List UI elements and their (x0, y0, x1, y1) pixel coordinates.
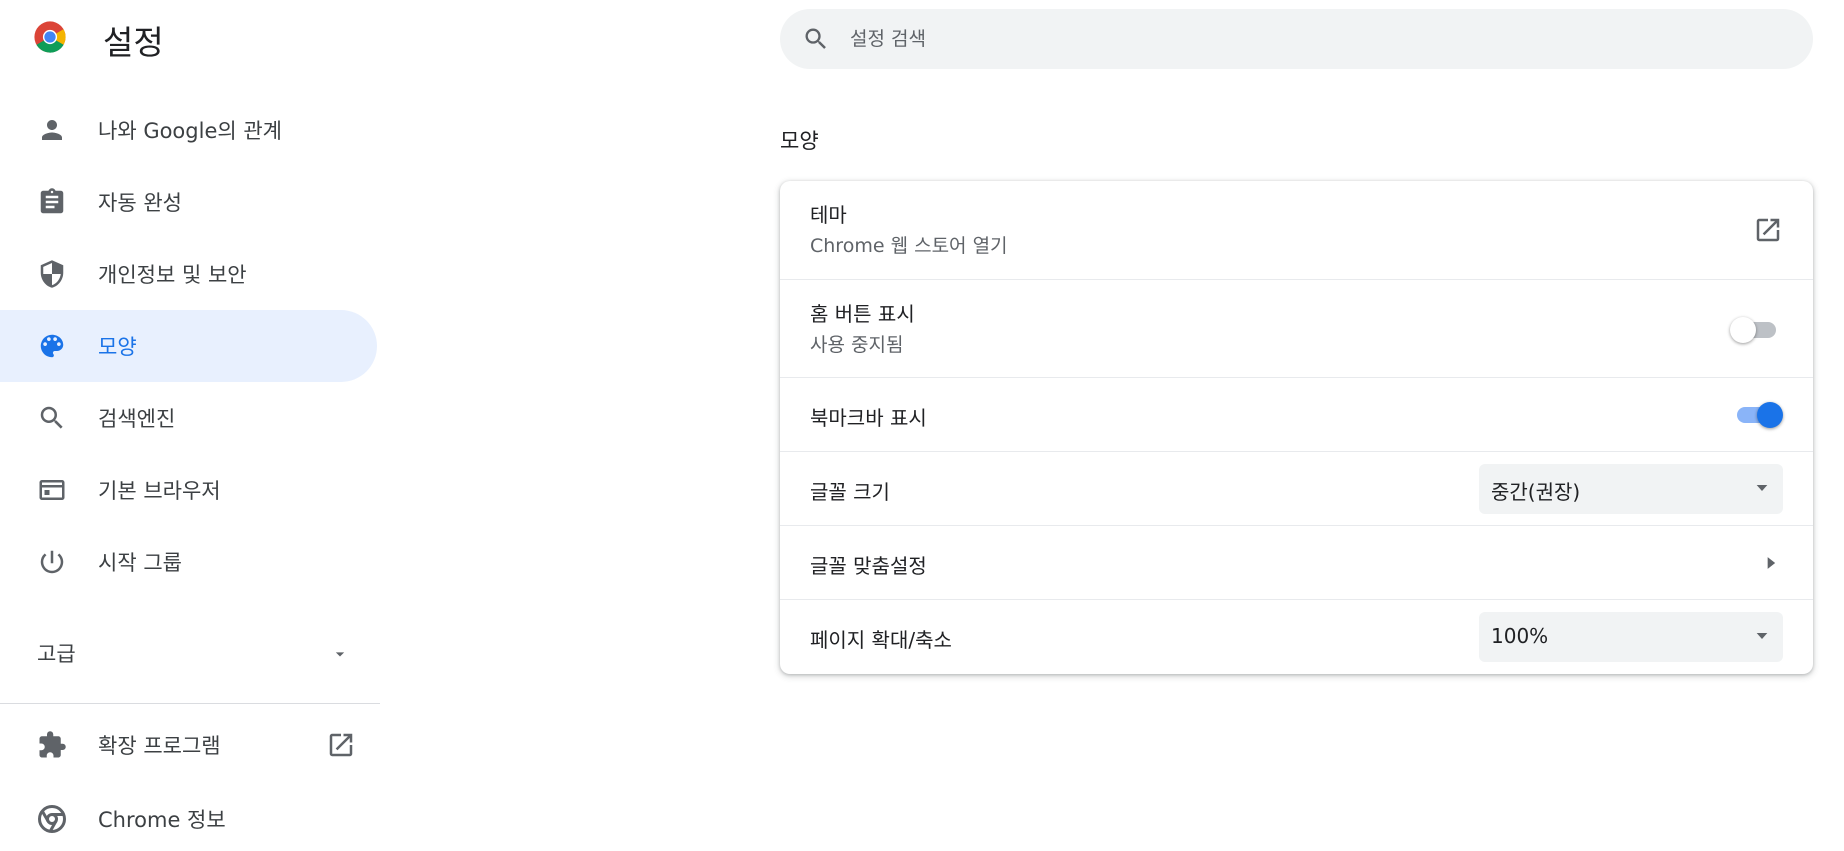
bookmarks-bar-toggle[interactable] (1733, 400, 1783, 428)
font-size-row: 글꼴 크기 중간(권장) (780, 451, 1813, 525)
sidebar-item-label: 시작 그룹 (98, 551, 182, 575)
shield-icon (40, 260, 64, 288)
clipboard-icon (40, 188, 64, 214)
advanced-label: 고급 (37, 642, 76, 666)
toggle-knob (1730, 317, 1756, 343)
sidebar-item-about-chrome[interactable]: Chrome 정보 (0, 783, 377, 851)
sidebar-item-label: 자동 완성 (98, 191, 182, 215)
search-input[interactable] (850, 9, 1750, 69)
sidebar-item-label: 나와 Google의 관계 (98, 119, 283, 143)
toggle-knob (1757, 402, 1783, 428)
sidebar-item-label: 모양 (98, 335, 137, 359)
row-title: 페이지 확대/축소 (810, 628, 952, 652)
sidebar-item-label: Chrome 정보 (98, 808, 226, 832)
sidebar-item-label: 기본 브라우저 (98, 479, 221, 503)
row-title: 홈 버튼 표시 (810, 302, 915, 326)
sidebar-item-default-browser[interactable]: 기본 브라우저 (0, 454, 377, 526)
dropdown-arrow-icon (1756, 485, 1768, 491)
sidebar-item-label: 검색엔진 (98, 407, 176, 431)
person-icon (42, 120, 62, 140)
row-title: 글꼴 맞춤설정 (810, 554, 927, 578)
home-button-row: 홈 버튼 표시 사용 중지됨 (780, 279, 1813, 377)
power-icon (40, 550, 64, 574)
sidebar-item-privacy-security[interactable]: 개인정보 및 보안 (0, 238, 377, 310)
sidebar-item-on-startup[interactable]: 시작 그룹 (0, 526, 377, 598)
appearance-card: 테마 Chrome 웹 스토어 열기 홈 버튼 표시 사용 중지됨 북마크바 표… (780, 181, 1813, 674)
search-icon (40, 406, 63, 429)
caret-down-icon (335, 652, 345, 657)
sidebar-item-you-and-google[interactable]: 나와 Google의 관계 (0, 94, 377, 166)
sidebar-item-autofill[interactable]: 자동 완성 (0, 166, 377, 238)
home-button-toggle[interactable] (1730, 315, 1780, 343)
dropdown-arrow-icon (1756, 633, 1768, 639)
row-subtitle: Chrome 웹 스토어 열기 (810, 235, 1008, 257)
font-size-select[interactable]: 중간(권장) (1479, 464, 1783, 514)
advanced-toggle[interactable]: 고급 (0, 617, 377, 689)
open-in-new-icon (329, 733, 353, 757)
theme-row[interactable]: 테마 Chrome 웹 스토어 열기 (780, 181, 1813, 279)
select-value: 100% (1491, 624, 1549, 648)
palette-icon (40, 334, 64, 358)
sidebar-item-appearance[interactable]: 모양 (0, 310, 377, 382)
bookmarks-bar-row: 북마크바 표시 (780, 377, 1813, 451)
open-in-new-icon[interactable] (1753, 215, 1783, 245)
sidebar-item-extensions[interactable]: 확장 프로그램 (0, 709, 377, 781)
sidebar-item-label: 개인정보 및 보안 (98, 263, 247, 287)
section-title: 모양 (780, 129, 819, 153)
settings-page: 설정 나와 Google의 관계 자동 완성 개인정보 및 보안 모양 검색엔진 (0, 0, 1844, 851)
row-title: 북마크바 표시 (810, 406, 927, 430)
sidebar-item-search-engine[interactable]: 검색엔진 (0, 382, 377, 454)
sidebar-divider (0, 703, 380, 704)
page-zoom-row: 페이지 확대/축소 100% (780, 599, 1813, 674)
sidebar: 나와 Google의 관계 자동 완성 개인정보 및 보안 모양 검색엔진 기본… (0, 0, 380, 851)
page-zoom-select[interactable]: 100% (1479, 612, 1783, 662)
browser-window-icon (39, 480, 65, 500)
select-value: 중간(권장) (1491, 480, 1581, 504)
search-icon (805, 28, 826, 49)
row-title: 글꼴 크기 (810, 480, 890, 504)
row-subtitle: 사용 중지됨 (810, 334, 904, 356)
chrome-icon (38, 805, 66, 833)
chevron-right-icon (1767, 557, 1776, 569)
sidebar-item-label: 확장 프로그램 (98, 734, 221, 758)
customize-fonts-row[interactable]: 글꼴 맞춤설정 (780, 525, 1813, 599)
search-bar[interactable] (780, 9, 1813, 69)
row-title: 테마 (810, 203, 847, 227)
puzzle-icon (39, 731, 66, 758)
